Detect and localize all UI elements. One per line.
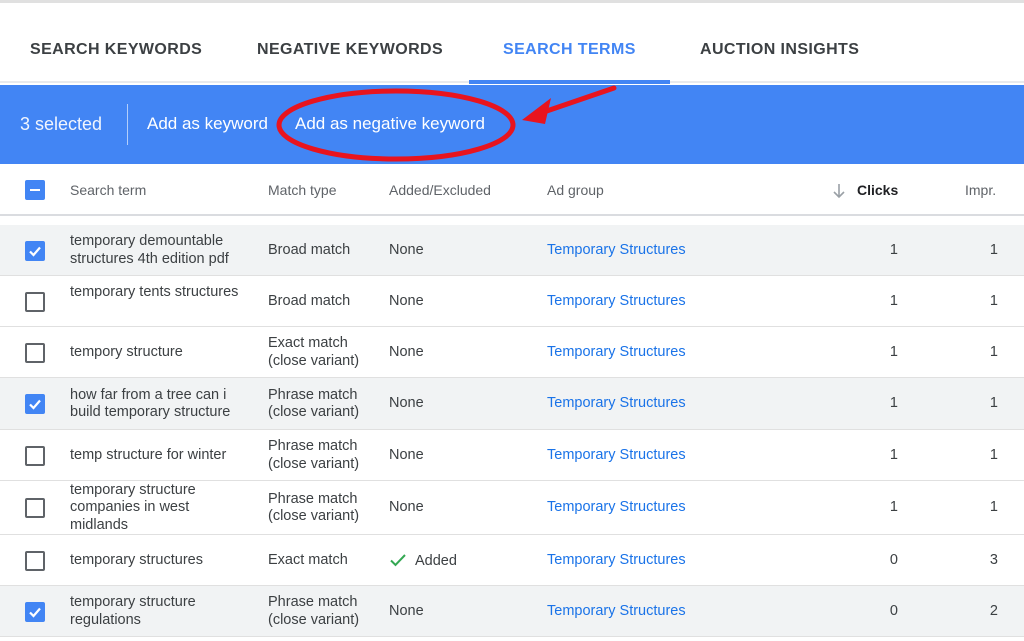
search-term: temporary demountable structures 4th edi…	[70, 233, 229, 267]
match-type: Exact match	[268, 551, 348, 568]
table-header: Search term Match type Added/Excluded Ad…	[0, 164, 1024, 216]
ad-group-link[interactable]: Temporary Structures	[547, 499, 686, 517]
check-icon	[29, 607, 41, 618]
table-row[interactable]: how far from a tree can i build temporar…	[0, 378, 1024, 430]
sort-descending-icon[interactable]	[832, 183, 846, 199]
search-term: tempory structure	[70, 343, 183, 360]
search-term: temporary tents structures	[70, 284, 239, 300]
impressions-value: 1	[989, 446, 998, 463]
ad-group-link[interactable]: Temporary Structures	[547, 293, 686, 311]
row-checkbox[interactable]	[25, 445, 45, 466]
check-icon	[29, 399, 41, 410]
added-status: None	[389, 395, 424, 412]
added-status: None	[389, 292, 424, 309]
column-header-ad-group[interactable]: Ad group	[547, 182, 604, 198]
match-type: Broad match	[268, 292, 351, 309]
action-bar-divider	[127, 104, 128, 145]
row-checkbox[interactable]	[25, 394, 45, 414]
ad-group-link[interactable]: Temporary Structures	[547, 344, 686, 362]
ad-group-link[interactable]: Temporary Structures	[547, 242, 686, 260]
select-all-checkbox[interactable]	[25, 180, 45, 200]
check-icon	[29, 246, 41, 257]
ad-group-link[interactable]: Temporary Structures	[547, 552, 686, 570]
clicks-value: 0	[889, 602, 898, 619]
added-status: None	[389, 446, 424, 463]
tab-bar: SEARCH KEYWORDS NEGATIVE KEYWORDS SEARCH…	[0, 3, 1024, 84]
add-as-keyword-button[interactable]: Add as keyword	[147, 114, 268, 134]
added-status: None	[389, 499, 424, 516]
match-type: Broad match	[268, 241, 351, 258]
clicks-value: 1	[889, 241, 898, 258]
impressions-value: 1	[989, 343, 998, 360]
row-checkbox[interactable]	[25, 342, 45, 363]
match-type: Phrase match (close variant)	[268, 594, 360, 628]
clicks-value: 1	[889, 499, 898, 516]
add-as-negative-keyword-button[interactable]: Add as negative keyword	[295, 114, 485, 134]
added-status: None	[389, 241, 424, 258]
table-row[interactable]: tempory structure Exact match (close vari…	[0, 327, 1024, 378]
match-type: Phrase match (close variant)	[268, 438, 360, 472]
column-header-impr[interactable]: Impr.	[965, 182, 996, 198]
row-checkbox[interactable]	[25, 550, 45, 571]
row-checkbox[interactable]	[25, 291, 45, 312]
selection-action-bar: 3 selected Add as keyword Add as negativ…	[0, 85, 1024, 164]
impressions-value: 1	[989, 241, 998, 258]
search-term: temporary structures	[70, 551, 203, 568]
table-row[interactable]: temporary demountable structures 4th edi…	[0, 225, 1024, 276]
active-tab-indicator	[469, 80, 670, 84]
ad-group-link[interactable]: Temporary Structures	[547, 447, 686, 465]
tab-search-keywords[interactable]: SEARCH KEYWORDS	[30, 41, 202, 59]
added-status: None	[389, 602, 424, 619]
impressions-value: 2	[989, 602, 998, 619]
table-row[interactable]: temporary structure regulations Phrase ma…	[0, 586, 1024, 637]
table-row[interactable]: temporary tents structures Broad match Non…	[0, 276, 1024, 327]
impressions-value: 1	[989, 395, 998, 412]
table-row[interactable]: temporary structure companies in west mi…	[0, 481, 1024, 535]
row-checkbox[interactable]	[25, 498, 45, 518]
column-header-added-excluded[interactable]: Added/Excluded	[389, 182, 491, 198]
ad-group-link[interactable]: Temporary Structures	[547, 603, 686, 621]
tab-auction-insights[interactable]: AUCTION INSIGHTS	[700, 41, 859, 59]
added-status: None	[389, 343, 424, 360]
match-type: Phrase match (close variant)	[268, 386, 360, 421]
row-checkbox[interactable]	[25, 240, 45, 261]
ad-group-link[interactable]: Temporary Structures	[547, 395, 686, 413]
search-term: temporary structure regulations	[70, 594, 196, 628]
added-status-label: Added	[415, 552, 457, 569]
clicks-value: 1	[889, 292, 898, 309]
impressions-value: 3	[989, 551, 998, 568]
match-type: Exact match (close variant)	[268, 335, 360, 369]
clicks-value: 1	[889, 446, 898, 463]
match-type: Phrase match (close variant)	[268, 490, 360, 525]
column-header-search-term[interactable]: Search term	[70, 182, 146, 198]
column-header-clicks[interactable]: Clicks	[857, 182, 898, 198]
table-row[interactable]: temporary structures Exact match Added Temp…	[0, 535, 1024, 586]
row-checkbox[interactable]	[25, 601, 45, 622]
tab-negative-keywords[interactable]: NEGATIVE KEYWORDS	[257, 41, 443, 59]
search-term: temporary structure companies in west mi…	[70, 481, 196, 533]
clicks-value: 1	[889, 395, 898, 412]
tab-search-terms[interactable]: SEARCH TERMS	[503, 41, 636, 59]
minus-icon	[30, 189, 40, 191]
impressions-value: 1	[989, 499, 998, 516]
table-row[interactable]: temp structure for winter Phrase match (c…	[0, 430, 1024, 481]
clicks-value: 1	[889, 343, 898, 360]
clicks-value: 0	[889, 551, 898, 568]
added-status: Added	[389, 553, 529, 571]
search-term: temp structure for winter	[70, 446, 227, 463]
column-header-match-type[interactable]: Match type	[268, 182, 336, 198]
search-term: how far from a tree can i build temporar…	[70, 386, 231, 421]
impressions-value: 1	[989, 292, 998, 309]
check-icon	[390, 553, 406, 566]
selected-count: 3 selected	[20, 114, 103, 134]
